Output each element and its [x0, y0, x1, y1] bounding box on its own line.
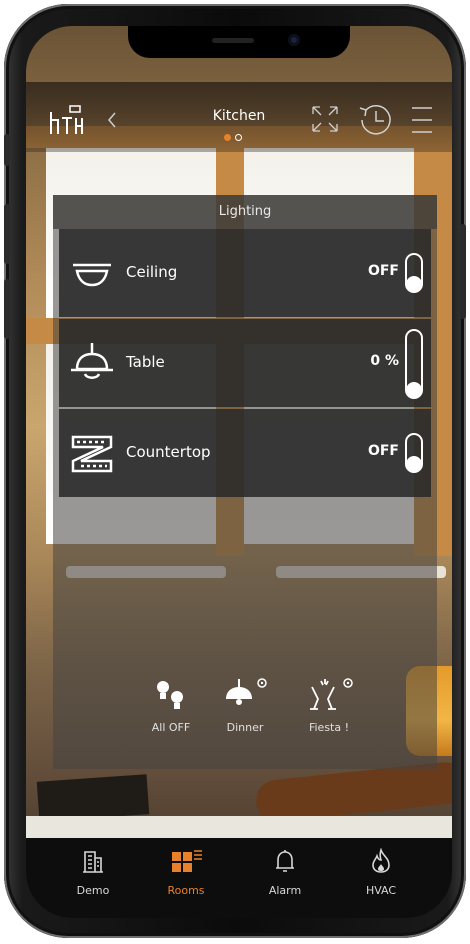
scene-icon-wrap	[289, 675, 369, 715]
expand-arrows-icon	[312, 106, 338, 132]
light-row-ceiling[interactable]: Ceiling OFF	[59, 229, 431, 317]
dimmer-slider[interactable]	[405, 433, 423, 473]
page-dot-active[interactable]	[224, 134, 231, 141]
light-label: Ceiling	[126, 263, 178, 281]
menu-button[interactable]	[410, 104, 434, 140]
fullscreen-button[interactable]	[310, 104, 340, 138]
nav-rooms[interactable]: Rooms	[141, 848, 231, 897]
bulbs-off-icon	[131, 675, 211, 715]
slider-knob[interactable]	[406, 382, 422, 398]
volume-down-button	[4, 279, 10, 339]
light-value: OFF	[367, 443, 399, 459]
panel-title: Lighting	[53, 195, 437, 229]
scene-fiesta[interactable]: Fiesta !	[289, 675, 369, 734]
led-strip-icon	[69, 431, 115, 477]
pendant-lamp-icon	[69, 341, 115, 387]
slider-knob[interactable]	[406, 276, 422, 292]
history-button[interactable]	[356, 102, 394, 142]
scene-all-off[interactable]: All OFF	[131, 675, 211, 734]
nav-label: Alarm	[268, 884, 302, 897]
bottom-nav: Demo Rooms Alarm HVAC	[26, 838, 452, 918]
nav-label: HVAC	[365, 884, 397, 897]
phone-frame: Kitchen Lighting Ceiling OFF Table 0 % C…	[4, 4, 466, 938]
scene-icon-wrap	[205, 675, 285, 715]
front-camera	[288, 34, 300, 46]
page-dot[interactable]	[235, 134, 242, 141]
champagne-glasses-icon	[310, 678, 353, 710]
scene-label: Fiesta !	[308, 721, 350, 734]
book	[36, 774, 150, 822]
nav-label: Demo	[76, 884, 110, 897]
power-button	[460, 224, 466, 319]
top-bar: Kitchen	[26, 82, 452, 152]
dimmer-slider[interactable]	[405, 329, 423, 399]
ceiling-lamp-icon	[69, 251, 115, 297]
slider-knob[interactable]	[406, 456, 422, 472]
rooms-icon	[141, 848, 231, 878]
table-edge	[26, 816, 452, 838]
lighting-panel: Lighting Ceiling OFF Table 0 % Counterto…	[53, 195, 437, 769]
light-row-table[interactable]: Table 0 %	[59, 319, 431, 407]
history-clock-icon	[359, 105, 391, 135]
notch	[128, 26, 350, 58]
flame-icon	[336, 847, 426, 878]
cutting-board	[254, 760, 452, 824]
scene-label: All OFF	[151, 721, 191, 734]
light-label: Table	[126, 353, 165, 371]
volume-up-button	[4, 204, 10, 264]
nav-label: Rooms	[167, 884, 205, 897]
scenes-bar: All OFF Dinner Fiesta !	[53, 675, 437, 765]
app-screen: Kitchen Lighting Ceiling OFF Table 0 % C…	[26, 26, 452, 918]
bell-icon	[240, 848, 330, 878]
nav-alarm[interactable]: Alarm	[240, 848, 330, 897]
building-icon	[48, 848, 138, 878]
light-row-countertop[interactable]: Countertop OFF	[59, 409, 431, 497]
light-label: Countertop	[126, 443, 211, 461]
scene-dinner[interactable]: Dinner	[205, 675, 285, 734]
pendant-lamp-icon	[226, 678, 267, 705]
scene-label: Dinner	[226, 721, 264, 734]
light-value: 0 %	[370, 353, 399, 369]
mute-switch	[4, 134, 10, 166]
nav-hvac[interactable]: HVAC	[336, 847, 426, 897]
hamburger-menu-icon	[412, 107, 432, 133]
page-indicator	[224, 134, 242, 141]
dimmer-slider[interactable]	[405, 253, 423, 293]
light-value: OFF	[367, 263, 399, 279]
speaker	[212, 38, 254, 43]
nav-demo[interactable]: Demo	[48, 848, 138, 897]
